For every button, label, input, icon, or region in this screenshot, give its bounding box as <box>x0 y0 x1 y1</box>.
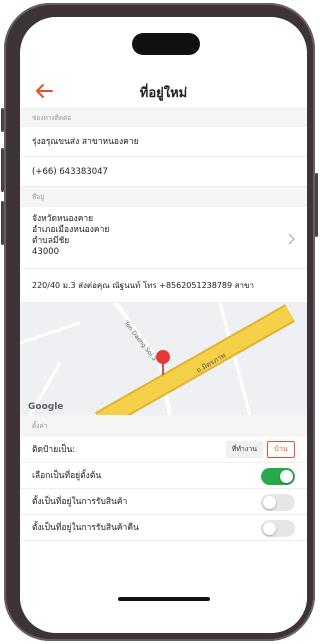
label-as-row: ติดป้ายเป็น: ที่ทำงาน บ้าน <box>20 437 307 463</box>
power-button <box>315 173 318 237</box>
district-text: อำเภอเมืองหนองคาย <box>32 225 110 235</box>
address-section-label: ที่อยู่ <box>20 187 307 207</box>
page-title: ที่อยู่ใหม่ <box>139 86 188 101</box>
return-address-label: ตั้งเป็นที่อยู่ในการรับสินค้าคืน <box>32 523 139 533</box>
settings-section-label: ตั้งค่า <box>20 415 307 437</box>
default-address-row: เลือกเป็นที่อยู่ตั้งต้น <box>20 463 307 489</box>
address-region-selector[interactable]: จังหวัดหนองคาย อำเภอเมืองหนองคาย ตำบลมีช… <box>20 207 307 269</box>
volume-up-button <box>1 148 4 192</box>
google-logo: Google <box>28 402 63 412</box>
default-address-toggle[interactable] <box>261 468 295 485</box>
pickup-address-row: ตั้งเป็นที่อยู่ในการรับสินค้า <box>20 489 307 515</box>
map-view[interactable]: Ton Daeng Soi 3 ถ.มิตรภาพ Google <box>20 303 307 415</box>
screen: ที่อยู่ใหม่ ช่องทางติดต่อ รุ่งอรุณขนส่ง … <box>20 17 307 633</box>
home-indicator[interactable] <box>118 597 210 601</box>
toggle-knob <box>263 496 276 509</box>
map-canvas: Ton Daeng Soi 3 ถ.มิตรภาพ Google <box>20 303 307 415</box>
contact-phone-field[interactable]: (+66) 643383047 <box>20 157 307 187</box>
toggle-knob <box>263 522 276 535</box>
toggle-knob <box>280 470 293 483</box>
dynamic-island <box>132 33 200 55</box>
home-label-button[interactable]: บ้าน <box>267 441 295 458</box>
silent-switch <box>1 108 4 132</box>
app-bar: ที่อยู่ใหม่ <box>20 73 307 109</box>
address-detail-field[interactable]: 220/40 ม.3 ส่งต่อคุณ ณัฐนนท์ โทร +856205… <box>20 269 307 303</box>
default-address-label: เลือกเป็นที่อยู่ตั้งต้น <box>32 471 102 481</box>
phone-frame: ที่อยู่ใหม่ ช่องทางติดต่อ รุ่งอรุณขนส่ง … <box>1 3 318 641</box>
contact-name-field[interactable]: รุ่งอรุณขนส่ง สาขาหนองคาย <box>20 127 307 157</box>
province-text: จังหวัดหนองคาย <box>32 214 94 224</box>
subdistrict-text: ตำบลมีชัย <box>32 236 70 246</box>
volume-down-button <box>1 201 4 245</box>
pickup-address-toggle[interactable] <box>261 494 295 511</box>
pickup-address-label: ตั้งเป็นที่อยู่ในการรับสินค้า <box>32 497 128 507</box>
work-label-button[interactable]: ที่ทำงาน <box>225 441 263 458</box>
contact-section-label: ช่องทางติดต่อ <box>20 109 307 127</box>
postcode-text: 43000 <box>32 247 60 257</box>
return-address-toggle[interactable] <box>261 520 295 537</box>
chevron-right-icon <box>288 233 295 245</box>
return-address-row: ตั้งเป็นที่อยู่ในการรับสินค้าคืน <box>20 515 307 541</box>
label-as-text: ติดป้ายเป็น: <box>32 445 76 455</box>
